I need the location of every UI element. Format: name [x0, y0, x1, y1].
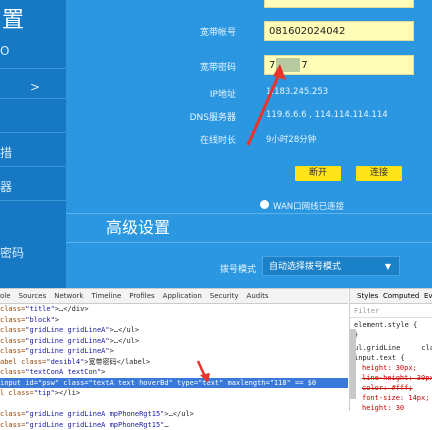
dom-line[interactable]: class="block"> [0, 315, 348, 326]
section-divider [66, 242, 432, 243]
password-value-end: 7 [301, 60, 307, 71]
rule-selector: input.text { [354, 354, 405, 362]
tab-console[interactable]: ole [0, 292, 11, 300]
elements-tree: class="title">…</div> class="block"> cla… [0, 304, 348, 411]
tab-computed[interactable]: Computed [383, 292, 419, 300]
dom-line[interactable]: class="gridLine gridLineA mpPhoneRgt15"… [0, 420, 348, 430]
dial-mode-value: 自动选择拨号模式 [269, 262, 341, 272]
sidebar-divider [0, 98, 66, 99]
connect-button[interactable]: 连接 [356, 166, 402, 181]
divider [350, 317, 432, 318]
sidebar-item-3[interactable]: 措 [0, 144, 12, 161]
annotation-arrow-icon [240, 60, 290, 150]
style-property[interactable]: line-height: 30px [362, 374, 432, 382]
dom-line[interactable]: class="gridLine gridLineA">…</ul> [0, 325, 348, 336]
tab-audits[interactable]: Audits [247, 292, 269, 300]
sidebar: 置 O > 措 器 密码 [0, 0, 66, 288]
online-label: 在线时长 [156, 133, 236, 146]
devtools-panel: ole Sources Network Timeline Profiles Applica… [0, 288, 432, 411]
tab-event-listeners[interactable]: Ev [424, 292, 432, 300]
wan-status-text: WAN口网线已连接 [273, 200, 344, 212]
scrollbar[interactable] [350, 329, 356, 399]
tab-sources[interactable]: Sources [19, 292, 47, 300]
advanced-settings-title: 高级设置 [106, 214, 170, 238]
chevron-right-icon: > [30, 80, 40, 94]
chevron-down-icon: ▼ [385, 257, 391, 277]
tab-profiles[interactable]: Profiles [129, 292, 154, 300]
account-label: 宽带帐号 [156, 25, 236, 38]
tab-styles[interactable]: Styles [357, 292, 378, 300]
styles-pane: Styles Computed Ev Filter element.style … [349, 289, 432, 411]
sidebar-divider [0, 166, 66, 167]
sidebar-item-4[interactable]: 器 [0, 178, 12, 195]
sidebar-item-o[interactable]: O [0, 44, 9, 58]
annotation-arrow-icon [194, 359, 214, 383]
styles-tab-bar: Styles Computed Ev [350, 289, 432, 304]
dom-line[interactable]: class="gridLine gridLineA"> [0, 346, 348, 357]
rule-selector: ul.gridLine class [354, 344, 432, 352]
account-input[interactable]: 081602024042 [264, 21, 414, 41]
ip-label: IP地址 [156, 87, 236, 100]
dom-line[interactable]: l class="tip"></li> [0, 388, 348, 399]
dom-line[interactable]: abel class="desibl4">宽带密码</label> [0, 357, 348, 368]
dial-mode-label: 拨号模式 [176, 262, 256, 275]
style-property[interactable]: height: 30 [362, 404, 404, 412]
dom-line[interactable]: class="textConA textCon"> [0, 367, 348, 378]
dom-line-selected[interactable]: input id="psw" class="textA text hoverBd… [0, 378, 348, 389]
disconnect-button[interactable]: 断开 [295, 166, 341, 181]
style-property[interactable]: height: 30px; [362, 364, 417, 372]
password-label: 宽带密码 [156, 60, 236, 73]
router-settings-panel: 置 O > 措 器 密码 宽带帐号 081602024042 宽带密码 77 I… [0, 0, 432, 288]
sidebar-item-password[interactable]: 密码 [0, 244, 24, 261]
dom-line[interactable]: class="gridLine gridLineA mpPhoneRgt15">… [0, 409, 348, 420]
styles-filter-input[interactable]: Filter [354, 307, 379, 315]
dom-line[interactable] [0, 399, 348, 410]
tab-application[interactable]: Application [163, 292, 202, 300]
style-property[interactable]: font-size: 14px; [362, 394, 429, 402]
devtools-tab-bar: ole Sources Network Timeline Profiles Applica… [0, 289, 348, 304]
element-style-rule: element.style { [354, 321, 417, 329]
dom-line[interactable]: class="title">…</div> [0, 304, 348, 315]
dns-label: DNS服务器 [156, 110, 236, 123]
style-property[interactable]: color: #fff; [362, 384, 413, 392]
wan-status-icon [260, 200, 269, 209]
sidebar-divider [0, 68, 66, 69]
tab-timeline[interactable]: Timeline [91, 292, 121, 300]
tab-network[interactable]: Network [54, 292, 83, 300]
tab-security[interactable]: Security [210, 292, 239, 300]
dom-line[interactable]: class="gridLine gridLineA">…</ul> [0, 336, 348, 347]
sidebar-divider [0, 132, 66, 133]
dial-mode-select[interactable]: 自动选择拨号模式 ▼ [262, 256, 400, 276]
sidebar-divider [0, 200, 66, 201]
previous-input[interactable] [264, 0, 414, 8]
sidebar-item-settings[interactable]: 置 [2, 2, 24, 34]
